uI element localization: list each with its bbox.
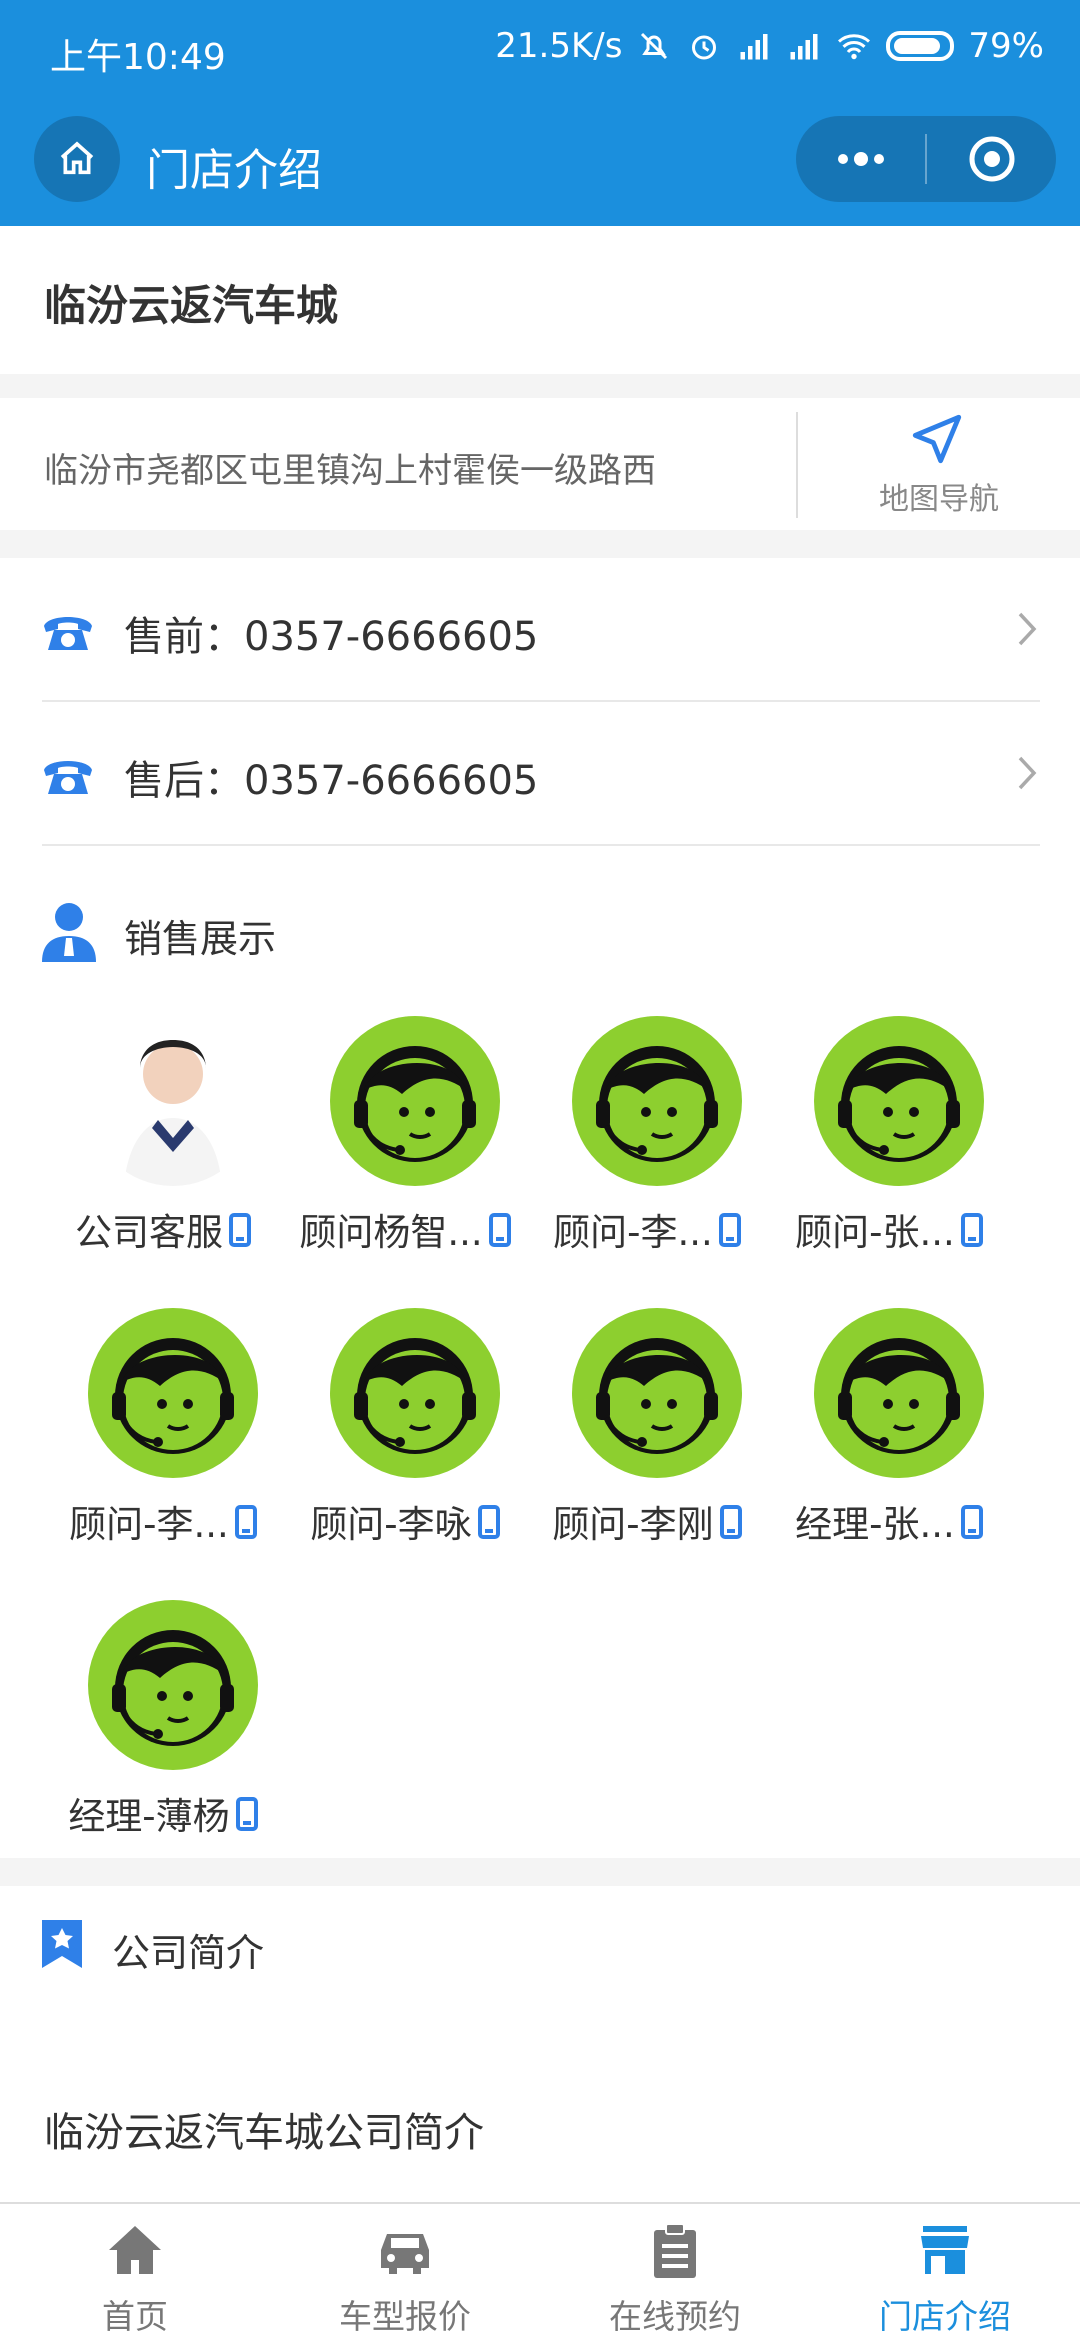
signal-icon — [740, 34, 768, 60]
home-button[interactable] — [34, 116, 120, 202]
app-header: 上午10:49 21.5K/s 79% 门店介绍 — [0, 0, 1080, 226]
telephone-icon — [44, 617, 92, 650]
chevron-right-icon — [1018, 756, 1037, 790]
aftersale-phone-row[interactable]: 售后：0357-6666605 — [0, 702, 1080, 844]
telephone-icon — [44, 761, 92, 794]
mobile-icon — [488, 1213, 511, 1247]
mobile-icon — [235, 1797, 258, 1831]
person-name: 顾问-李咏 — [284, 1494, 526, 1548]
status-bar: 上午10:49 21.5K/s 79% — [0, 0, 1080, 96]
person-card[interactable]: 顾问-李... — [526, 1016, 768, 1266]
status-icons: 21.5K/s 79% — [495, 26, 1044, 66]
intro-title: 公司简介 — [112, 1931, 265, 1975]
bottom-tab-bar: 首页 车型报价 在线预约 门店介绍 — [0, 2202, 1080, 2340]
person-name: 顾问杨智... — [284, 1202, 526, 1256]
battery-level: 79% — [968, 26, 1044, 66]
signal-icon-2 — [790, 34, 818, 60]
person-name: 顾问-张... — [768, 1202, 1010, 1256]
person-card[interactable]: 顾问-李咏 — [284, 1308, 526, 1558]
tab-label: 车型报价 — [339, 2297, 471, 2336]
silent-bell-icon — [641, 32, 668, 60]
status-time: 上午10:49 — [50, 37, 226, 78]
store-icon — [921, 2226, 969, 2274]
person-card[interactable]: 顾问-张... — [768, 1016, 1010, 1266]
person-name: 经理-张... — [768, 1494, 1010, 1548]
person-name: 公司客服 — [42, 1202, 284, 1256]
home-icon — [60, 141, 94, 175]
person-card[interactable]: 顾问-李刚 — [526, 1308, 768, 1558]
address-card: 临汾市尧都区屯里镇沟上村霍侯一级路西 地图导航 — [0, 398, 1080, 530]
page-title: 门店介绍 — [146, 145, 322, 196]
headset-avatar — [330, 1308, 500, 1478]
tab-label: 首页 — [102, 2297, 168, 2336]
person-name: 顾问-李... — [526, 1202, 768, 1256]
nav-bar: 门店介绍 — [0, 110, 1080, 210]
person-card[interactable]: 公司客服 — [42, 1016, 284, 1266]
map-navigation-button[interactable]: 地图导航 — [798, 398, 1080, 530]
tab-home[interactable]: 首页 — [0, 2204, 270, 2340]
presale-phone: 售前：0357-6666605 — [124, 614, 539, 660]
headset-avatar — [88, 1308, 258, 1478]
company-intro-card: 公司简介 临汾云返汽车城公司简介 — [0, 1886, 1080, 2202]
target-close-icon — [969, 136, 1014, 182]
more-button[interactable] — [796, 116, 925, 202]
mobile-icon — [719, 1505, 742, 1539]
mobile-icon — [718, 1213, 741, 1247]
person-card[interactable]: 顾问杨智... — [284, 1016, 526, 1266]
tab-online-booking[interactable]: 在线预约 — [540, 2204, 810, 2340]
close-button[interactable] — [927, 116, 1056, 202]
headset-avatar — [814, 1016, 984, 1186]
headset-avatar — [572, 1016, 742, 1186]
sales-section-header: 销售展示 — [0, 872, 1080, 992]
mobile-icon — [960, 1505, 983, 1539]
user-icon — [42, 903, 96, 962]
navigation-arrow-icon — [912, 414, 962, 464]
car-icon — [381, 2234, 429, 2274]
store-address: 临汾市尧都区屯里镇沟上村霍侯一级路西 — [44, 451, 656, 491]
headset-avatar — [330, 1016, 500, 1186]
mobile-icon — [234, 1505, 257, 1539]
battery-icon — [886, 31, 955, 61]
mini-program-capsule — [796, 116, 1056, 202]
person-card[interactable]: 顾问-李... — [42, 1308, 284, 1558]
aftersale-phone: 售后：0357-6666605 — [124, 758, 539, 804]
headset-avatar — [814, 1308, 984, 1478]
row-divider — [42, 844, 1040, 846]
mobile-icon — [229, 1213, 251, 1247]
bookmark-star-icon — [42, 1920, 82, 1968]
clipboard-icon — [654, 2223, 696, 2278]
mobile-icon — [477, 1505, 500, 1539]
customer-service-avatar — [88, 1016, 258, 1186]
tab-label: 在线预约 — [609, 2297, 741, 2336]
chevron-right-icon — [1018, 612, 1037, 646]
headset-avatar — [572, 1308, 742, 1478]
person-card[interactable]: 经理-张... — [768, 1308, 1010, 1558]
headset-avatar — [88, 1600, 258, 1770]
more-dots-icon — [837, 152, 884, 166]
contact-card: 售前：0357-6666605 售后：0357-6666605 销售展示 公司客… — [0, 558, 1080, 1858]
intro-text: 临汾云返汽车城公司简介 — [44, 2110, 484, 2156]
person-name: 顾问-李... — [42, 1494, 284, 1548]
presale-phone-row[interactable]: 售前：0357-6666605 — [0, 558, 1080, 700]
alarm-icon — [692, 35, 717, 60]
network-speed: 21.5K/s — [495, 26, 623, 66]
person-name: 经理-薄杨 — [42, 1786, 284, 1840]
person-card[interactable]: 经理-薄杨 — [42, 1600, 284, 1850]
store-name-card: 临汾云返汽车城 — [0, 226, 1080, 374]
tab-car-prices[interactable]: 车型报价 — [270, 2204, 540, 2340]
home-icon — [109, 2226, 161, 2274]
map-navigation-label: 地图导航 — [879, 482, 999, 517]
person-name: 顾问-李刚 — [526, 1494, 768, 1548]
store-name: 临汾云返汽车城 — [44, 281, 339, 330]
wifi-icon — [838, 34, 871, 60]
tab-store-intro[interactable]: 门店介绍 — [810, 2204, 1080, 2340]
tab-label: 门店介绍 — [879, 2297, 1011, 2336]
sales-title: 销售展示 — [124, 917, 277, 961]
mobile-icon — [960, 1213, 983, 1247]
